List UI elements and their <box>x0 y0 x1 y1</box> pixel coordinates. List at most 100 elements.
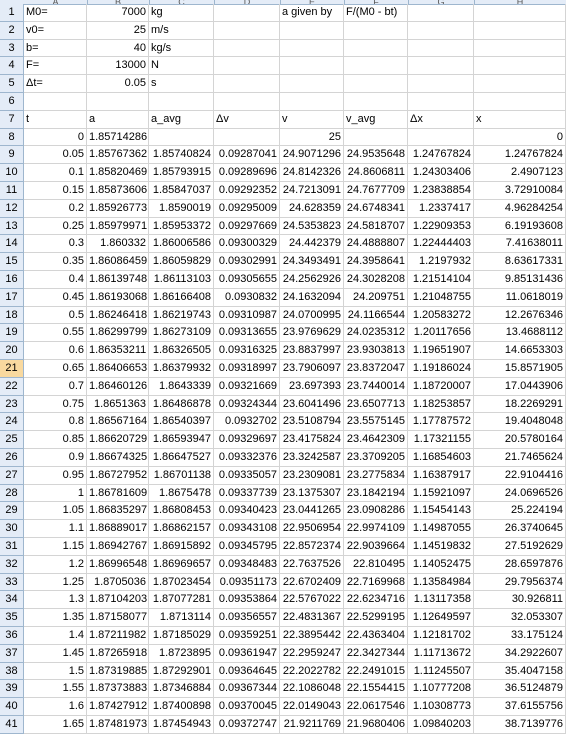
cell-g39[interactable]: 1.10777208 <box>408 680 474 699</box>
cell-f32[interactable]: 22.810495 <box>344 555 408 574</box>
row-header-11[interactable]: 11 <box>0 182 24 200</box>
cell-g38[interactable]: 1.11245507 <box>408 662 474 681</box>
cell-b33[interactable]: 1.8705036 <box>87 573 149 592</box>
cell-d30[interactable]: 0.09343108 <box>214 520 280 538</box>
cell-e15[interactable]: 24.3493491 <box>280 253 344 271</box>
row-header-19[interactable]: 19 <box>0 324 24 343</box>
cell-f29[interactable]: 23.0908286 <box>344 502 408 521</box>
cell-h13[interactable]: 6.19193608 <box>474 217 566 236</box>
row-header-33[interactable]: 33 <box>0 573 24 592</box>
cell-h18[interactable]: 12.2676346 <box>474 306 566 325</box>
cell-c41[interactable]: 1.87454943 <box>149 716 214 734</box>
cell-b40[interactable]: 1.87427912 <box>87 698 149 716</box>
cell-h14[interactable]: 7.41638011 <box>474 235 566 254</box>
cell-g34[interactable]: 1.13117358 <box>408 591 474 610</box>
cell-f15[interactable]: 24.3958641 <box>344 253 408 271</box>
cell-e33[interactable]: 22.6702409 <box>280 573 344 592</box>
cell-e32[interactable]: 22.7637526 <box>280 555 344 574</box>
cell-d25[interactable]: 0.09329697 <box>214 431 280 449</box>
row-header-26[interactable]: 26 <box>0 449 24 467</box>
cell-b41[interactable]: 1.87481973 <box>87 716 149 734</box>
cell-a30[interactable]: 1.1 <box>24 520 87 538</box>
row-header-32[interactable]: 32 <box>0 555 24 574</box>
cell-h27[interactable]: 22.9104416 <box>474 466 566 485</box>
cell-e20[interactable]: 23.8837997 <box>280 342 344 360</box>
cell-b28[interactable]: 1.86781609 <box>87 484 149 503</box>
cell-f4[interactable] <box>344 57 408 76</box>
cell-e40[interactable]: 22.0149043 <box>280 698 344 716</box>
cell-b10[interactable]: 1.85820469 <box>87 164 149 182</box>
cell-e1[interactable]: a given by <box>280 4 344 22</box>
cell-a39[interactable]: 1.55 <box>24 680 87 699</box>
cell-b25[interactable]: 1.86620729 <box>87 431 149 449</box>
cell-e29[interactable]: 23.0441265 <box>280 502 344 521</box>
cell-f26[interactable]: 23.3709205 <box>344 449 408 467</box>
cell-d16[interactable]: 0.09305655 <box>214 271 280 289</box>
cell-g29[interactable]: 1.15454143 <box>408 502 474 521</box>
row-header-17[interactable]: 17 <box>0 288 24 307</box>
cell-d24[interactable]: 0.0932702 <box>214 413 280 432</box>
cell-a20[interactable]: 0.6 <box>24 342 87 360</box>
cell-g40[interactable]: 1.10308773 <box>408 698 474 716</box>
cell-f8[interactable] <box>344 128 408 147</box>
cell-f13[interactable]: 24.5818707 <box>344 217 408 236</box>
cell-d9[interactable]: 0.09287041 <box>214 146 280 165</box>
row-header-39[interactable]: 39 <box>0 680 24 699</box>
cell-f3[interactable] <box>344 39 408 58</box>
cell-a11[interactable]: 0.15 <box>24 182 87 200</box>
cell-d4[interactable] <box>214 57 280 76</box>
cell-h41[interactable]: 38.7139776 <box>474 716 566 734</box>
cell-b4[interactable]: 13000 <box>87 57 149 76</box>
cell-f31[interactable]: 22.9039664 <box>344 538 408 556</box>
cell-d18[interactable]: 0.09310987 <box>214 306 280 325</box>
cell-a22[interactable]: 0.7 <box>24 377 87 396</box>
cell-a35[interactable]: 1.35 <box>24 609 87 627</box>
cell-f5[interactable] <box>344 75 408 93</box>
cell-d32[interactable]: 0.09348483 <box>214 555 280 574</box>
cell-c36[interactable]: 1.87185029 <box>149 627 214 645</box>
cell-b21[interactable]: 1.86406653 <box>87 360 149 378</box>
cell-a8[interactable]: 0 <box>24 128 87 147</box>
cell-c10[interactable]: 1.85793915 <box>149 164 214 182</box>
cell-a14[interactable]: 0.3 <box>24 235 87 254</box>
cell-g36[interactable]: 1.12181702 <box>408 627 474 645</box>
row-header-37[interactable]: 37 <box>0 644 24 663</box>
cell-h5[interactable] <box>474 75 566 93</box>
cell-h32[interactable]: 28.6597876 <box>474 555 566 574</box>
cell-g31[interactable]: 1.14519832 <box>408 538 474 556</box>
row-header-27[interactable]: 27 <box>0 466 24 485</box>
cell-e21[interactable]: 23.7906097 <box>280 360 344 378</box>
cell-b12[interactable]: 1.85926773 <box>87 199 149 218</box>
cell-a16[interactable]: 0.4 <box>24 271 87 289</box>
cell-g26[interactable]: 1.16854603 <box>408 449 474 467</box>
cell-g25[interactable]: 1.17321155 <box>408 431 474 449</box>
cell-a26[interactable]: 0.9 <box>24 449 87 467</box>
cell-c21[interactable]: 1.86379932 <box>149 360 214 378</box>
cell-d2[interactable] <box>214 21 280 40</box>
row-header-4[interactable]: 4 <box>0 57 24 76</box>
cell-h35[interactable]: 32.053307 <box>474 609 566 627</box>
cell-c30[interactable]: 1.86862157 <box>149 520 214 538</box>
cell-a27[interactable]: 0.95 <box>24 466 87 485</box>
cell-h19[interactable]: 13.4688112 <box>474 324 566 343</box>
cell-b17[interactable]: 1.86193068 <box>87 288 149 307</box>
cell-e18[interactable]: 24.0700995 <box>280 306 344 325</box>
cell-a40[interactable]: 1.6 <box>24 698 87 716</box>
cell-b11[interactable]: 1.85873606 <box>87 182 149 200</box>
cell-f16[interactable]: 24.3028208 <box>344 271 408 289</box>
cell-c29[interactable]: 1.86808453 <box>149 502 214 521</box>
cell-a1[interactable]: M0= <box>24 4 87 22</box>
cell-c27[interactable]: 1.86701138 <box>149 466 214 485</box>
cell-c24[interactable]: 1.86540397 <box>149 413 214 432</box>
cell-g3[interactable] <box>408 39 474 58</box>
cell-a5[interactable]: Δt= <box>24 75 87 93</box>
cell-e9[interactable]: 24.9071296 <box>280 146 344 165</box>
cell-c32[interactable]: 1.86969657 <box>149 555 214 574</box>
cell-f28[interactable]: 23.1842194 <box>344 484 408 503</box>
cell-g1[interactable] <box>408 4 474 22</box>
cell-h21[interactable]: 15.8571905 <box>474 360 566 378</box>
cell-f14[interactable]: 24.4888807 <box>344 235 408 254</box>
cell-a3[interactable]: b= <box>24 39 87 58</box>
cell-b23[interactable]: 1.8651363 <box>87 395 149 414</box>
cell-f2[interactable] <box>344 21 408 40</box>
